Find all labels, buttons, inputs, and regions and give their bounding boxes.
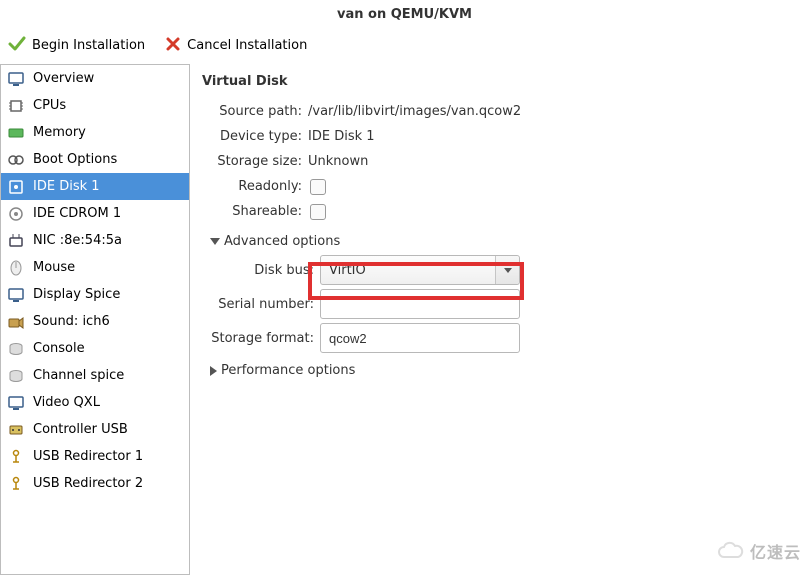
sidebar-item-usb-redirector-1[interactable]: USB Redirector 1 [1,443,189,470]
storage-size-value: Unknown [308,154,368,169]
caret-down-icon [504,268,512,273]
window-title: van on QEMU/KVM [0,0,809,28]
storage-format-label: Storage format: [200,331,320,346]
channel-icon [7,367,25,385]
chevron-down-icon [210,238,220,245]
device-type-label: Device type: [200,129,308,144]
serial-number-input[interactable] [320,289,520,319]
storage-size-label: Storage size: [200,154,308,169]
mouse-icon [7,259,25,277]
sidebar-item-label: Display Spice [33,287,120,302]
sidebar-item-label: Boot Options [33,152,117,167]
sidebar-item-label: NIC :8e:54:5a [33,233,122,248]
storage-format-input[interactable] [320,323,520,353]
performance-options-label: Performance options [221,363,355,378]
sidebar-item-label: IDE Disk 1 [33,179,100,194]
sidebar-item-cpus[interactable]: CPUs [1,92,189,119]
display-icon [7,286,25,304]
check-icon [8,35,26,57]
begin-installation-button[interactable]: Begin Installation [8,35,145,57]
disk-bus-value: VirtIO [321,263,495,278]
watermark: 亿速云 [716,539,801,563]
window-title-text: van on QEMU/KVM [337,7,472,22]
sidebar-item-boot-options[interactable]: Boot Options [1,146,189,173]
sidebar-item-label: Video QXL [33,395,100,410]
disk-bus-dropdown-button[interactable] [495,256,519,284]
sidebar-item-label: Overview [33,71,94,86]
details-panel: Virtual Disk Source path: /var/lib/libvi… [190,64,809,575]
source-path-value: /var/lib/libvirt/images/van.qcow2 [308,104,521,119]
panel-title: Virtual Disk [202,74,809,89]
shareable-label: Shareable: [200,204,308,219]
cancel-installation-button[interactable]: Cancel Installation [165,36,307,56]
device-type-value: IDE Disk 1 [308,129,375,144]
sidebar-item-ide-cdrom-1[interactable]: IDE CDROM 1 [1,200,189,227]
sidebar-item-overview[interactable]: Overview [1,65,189,92]
cpu-icon [7,97,25,115]
disk-bus-combo[interactable]: VirtIO [320,255,520,285]
sidebar-item-label: IDE CDROM 1 [33,206,121,221]
sidebar-item-ide-disk-1[interactable]: IDE Disk 1 [1,173,189,200]
cancel-installation-label: Cancel Installation [187,38,307,53]
advanced-options-label: Advanced options [224,234,340,249]
cloud-icon [716,541,744,561]
nic-icon [7,232,25,250]
begin-installation-label: Begin Installation [32,38,145,53]
sidebar-item-label: CPUs [33,98,66,113]
usb-icon [7,475,25,493]
sidebar-item-label: Controller USB [33,422,128,437]
watermark-text: 亿速云 [750,539,801,563]
sound-icon [7,313,25,331]
console-icon [7,340,25,358]
sidebar-item-controller-usb[interactable]: Controller USB [1,416,189,443]
sidebar-item-channel-spice[interactable]: Channel spice [1,362,189,389]
usb-icon [7,448,25,466]
sidebar-item-display-spice[interactable]: Display Spice [1,281,189,308]
sidebar-item-label: Console [33,341,85,356]
performance-options-expander[interactable]: Performance options [210,363,809,378]
memory-icon [7,124,25,142]
sidebar-item-mouse[interactable]: Mouse [1,254,189,281]
sidebar: Overview CPUs Memory Boot Options IDE Disk 1… [0,64,190,575]
sidebar-item-sound-ich6[interactable]: Sound: ich6 [1,308,189,335]
disk-icon [7,178,25,196]
sidebar-item-label: Mouse [33,260,75,275]
advanced-options-expander[interactable]: Advanced options [210,234,809,249]
video-icon [7,394,25,412]
readonly-label: Readonly: [200,179,308,194]
sidebar-item-label: Sound: ich6 [33,314,110,329]
disk-bus-label: Disk bus: [200,263,320,278]
serial-number-label: Serial number: [200,297,320,312]
source-path-label: Source path: [200,104,308,119]
shareable-checkbox[interactable] [310,204,326,220]
sidebar-item-label: USB Redirector 1 [33,449,143,464]
sidebar-item-nic-8e-54-5a[interactable]: NIC :8e:54:5a [1,227,189,254]
sidebar-item-memory[interactable]: Memory [1,119,189,146]
sidebar-item-console[interactable]: Console [1,335,189,362]
sidebar-item-label: Memory [33,125,86,140]
cancel-icon [165,36,181,56]
readonly-checkbox[interactable] [310,179,326,195]
chevron-right-icon [210,366,217,376]
toolbar: Begin Installation Cancel Installation [0,28,809,64]
controller-icon [7,421,25,439]
sidebar-item-label: Channel spice [33,368,124,383]
monitor-icon [7,70,25,88]
boot-icon [7,151,25,169]
sidebar-item-label: USB Redirector 2 [33,476,143,491]
sidebar-item-video-qxl[interactable]: Video QXL [1,389,189,416]
cdrom-icon [7,205,25,223]
sidebar-item-usb-redirector-2[interactable]: USB Redirector 2 [1,470,189,497]
